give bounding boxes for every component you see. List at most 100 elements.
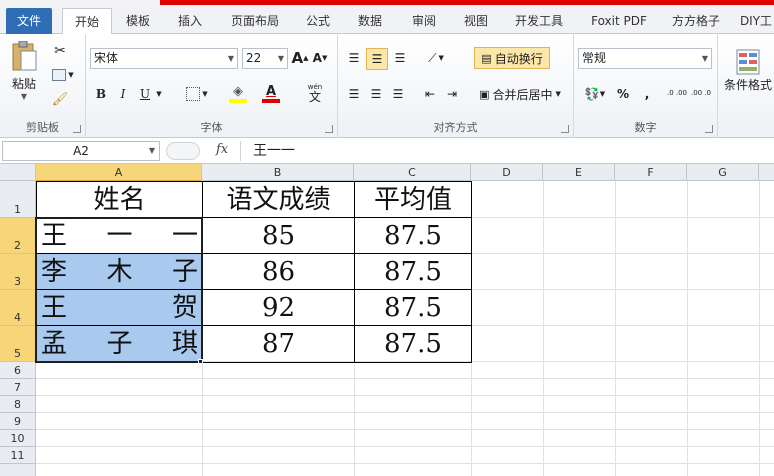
- percent-button[interactable]: %: [614, 84, 632, 104]
- conditional-format-button[interactable]: 条件格式: [722, 40, 774, 100]
- row-header-10[interactable]: 10: [0, 430, 36, 447]
- name-char: 李: [41, 256, 68, 287]
- phonetic-button[interactable]: wén 文: [298, 82, 332, 104]
- paste-button[interactable]: 粘贴 ▼: [6, 40, 42, 102]
- gridline: [36, 429, 774, 430]
- cell-c4[interactable]: 87.5: [355, 290, 471, 325]
- select-all-corner[interactable]: [0, 164, 36, 181]
- tab-ffgz[interactable]: 方方格子: [664, 8, 728, 34]
- column-header-g[interactable]: G: [687, 164, 759, 181]
- underline-button[interactable]: U: [136, 84, 154, 104]
- format-painter-icon[interactable]: 🖌: [50, 90, 70, 108]
- cell-b4[interactable]: 92: [203, 290, 354, 325]
- orientation-icon[interactable]: ⟋ ▼: [422, 48, 450, 68]
- row-header-4[interactable]: 4: [0, 290, 36, 326]
- tab-developer[interactable]: 开发工具: [506, 8, 572, 34]
- cell-a2[interactable]: 王一一: [37, 218, 202, 253]
- underline-dropdown-icon[interactable]: ▼: [154, 84, 164, 104]
- comma-button[interactable]: ,: [638, 84, 656, 104]
- font-launcher-icon[interactable]: [325, 125, 333, 133]
- align-left-icon[interactable]: ☰: [344, 84, 364, 104]
- italic-button[interactable]: I: [114, 84, 132, 104]
- worksheet-grid[interactable]: A B C D E F G 1 2 3 4 5 6 7 8 9 10 11 姓名…: [0, 164, 774, 476]
- tab-review[interactable]: 审阅: [402, 8, 446, 34]
- number-format-combo[interactable]: 常规 ▼: [578, 48, 712, 69]
- fill-color-button[interactable]: ◈: [222, 82, 254, 104]
- tab-diy[interactable]: DIY工: [738, 8, 774, 34]
- row-header-9[interactable]: 9: [0, 413, 36, 430]
- cut-icon[interactable]: ✂: [50, 42, 70, 60]
- clipboard-launcher-icon[interactable]: [73, 125, 81, 133]
- formula-input[interactable]: 王一一: [240, 141, 774, 161]
- cell-b5[interactable]: 87: [203, 326, 354, 361]
- cell-b1[interactable]: 语文成绩: [203, 182, 354, 217]
- align-right-icon[interactable]: ☰: [388, 84, 408, 104]
- cell-a3[interactable]: 李木子: [37, 254, 202, 289]
- tab-data[interactable]: 数据: [348, 8, 392, 34]
- column-header-d[interactable]: D: [471, 164, 543, 181]
- increase-indent-icon[interactable]: ⇥: [442, 84, 462, 104]
- tab-file[interactable]: 文件: [6, 8, 52, 34]
- name-char: 王: [41, 220, 68, 251]
- cell-a1[interactable]: 姓名: [37, 182, 202, 217]
- column-header-h[interactable]: [759, 164, 774, 181]
- font-size-combo[interactable]: 22 ▼: [242, 48, 288, 69]
- row-header-8[interactable]: 8: [0, 396, 36, 413]
- row-header-3[interactable]: 3: [0, 254, 36, 290]
- bold-button[interactable]: B: [92, 84, 110, 104]
- decrease-indent-icon[interactable]: ⇤: [420, 84, 440, 104]
- borders-button[interactable]: ▼: [182, 84, 212, 104]
- formula-bar-resizer[interactable]: [166, 142, 200, 160]
- wrap-text-button[interactable]: ▤ 自动换行: [474, 47, 550, 69]
- tab-page-layout[interactable]: 页面布局: [222, 8, 288, 34]
- cell-a5[interactable]: 孟子琪: [37, 326, 202, 361]
- row-header-12[interactable]: [0, 464, 36, 476]
- number-launcher-icon[interactable]: [705, 125, 713, 133]
- row-header-1[interactable]: 1: [0, 181, 36, 218]
- tab-insert[interactable]: 插入: [168, 8, 212, 34]
- insert-function-icon[interactable]: fx: [216, 142, 228, 157]
- cell-b2[interactable]: 85: [203, 218, 354, 253]
- name-box[interactable]: A2 ▼: [2, 141, 160, 161]
- row-header-7[interactable]: 7: [0, 379, 36, 396]
- decrease-decimal-button[interactable]: .00 .0: [690, 82, 712, 104]
- tab-formulas[interactable]: 公式: [296, 8, 340, 34]
- tab-home[interactable]: 开始: [62, 8, 112, 35]
- align-center-icon[interactable]: ☰: [366, 84, 386, 104]
- copy-button[interactable]: ▼: [48, 66, 78, 84]
- tab-view[interactable]: 视图: [454, 8, 498, 34]
- align-top-icon[interactable]: ☰: [344, 48, 364, 68]
- row-header-2[interactable]: 2: [0, 218, 36, 254]
- cell-c5[interactable]: 87.5: [355, 326, 471, 361]
- grow-font-button[interactable]: A ▲: [292, 48, 309, 68]
- cell-a4[interactable]: 王贺: [37, 290, 202, 325]
- font-color-button[interactable]: A: [256, 82, 286, 104]
- increase-decimal-button[interactable]: .0 .00: [666, 82, 688, 104]
- column-header-e[interactable]: E: [543, 164, 615, 181]
- shrink-font-button[interactable]: A ▼: [312, 48, 328, 68]
- merge-center-label: 合并后居中: [492, 87, 553, 102]
- gridline: [759, 181, 760, 476]
- font-group-label: 字体: [200, 121, 223, 134]
- row-header-5[interactable]: 5: [0, 326, 36, 362]
- cell-c2[interactable]: 87.5: [355, 218, 471, 253]
- font-name-combo[interactable]: 宋体 ▼: [90, 48, 238, 69]
- formula-bar: A2 ▼ fx 王一一: [0, 138, 774, 164]
- tab-template[interactable]: 模板: [116, 8, 160, 34]
- row-header-6[interactable]: 6: [0, 362, 36, 379]
- tab-foxit-pdf[interactable]: Foxit PDF: [584, 8, 654, 34]
- alignment-launcher-icon[interactable]: [561, 125, 569, 133]
- row-header-11[interactable]: 11: [0, 447, 36, 464]
- column-header-b[interactable]: B: [202, 164, 354, 181]
- merge-center-button[interactable]: ▣ 合并后居中 ▼: [474, 83, 566, 105]
- align-bottom-icon[interactable]: ☰: [390, 48, 410, 68]
- align-middle-icon[interactable]: ☰: [366, 48, 388, 70]
- accounting-format-icon[interactable]: 💱 ▼: [580, 84, 610, 104]
- cell-c3[interactable]: 87.5: [355, 254, 471, 289]
- styles-group: 条件格式: [718, 34, 774, 138]
- column-header-c[interactable]: C: [354, 164, 471, 181]
- cell-c1[interactable]: 平均值: [355, 182, 471, 217]
- cell-b3[interactable]: 86: [203, 254, 354, 289]
- column-header-f[interactable]: F: [615, 164, 687, 181]
- column-header-a[interactable]: A: [36, 164, 202, 181]
